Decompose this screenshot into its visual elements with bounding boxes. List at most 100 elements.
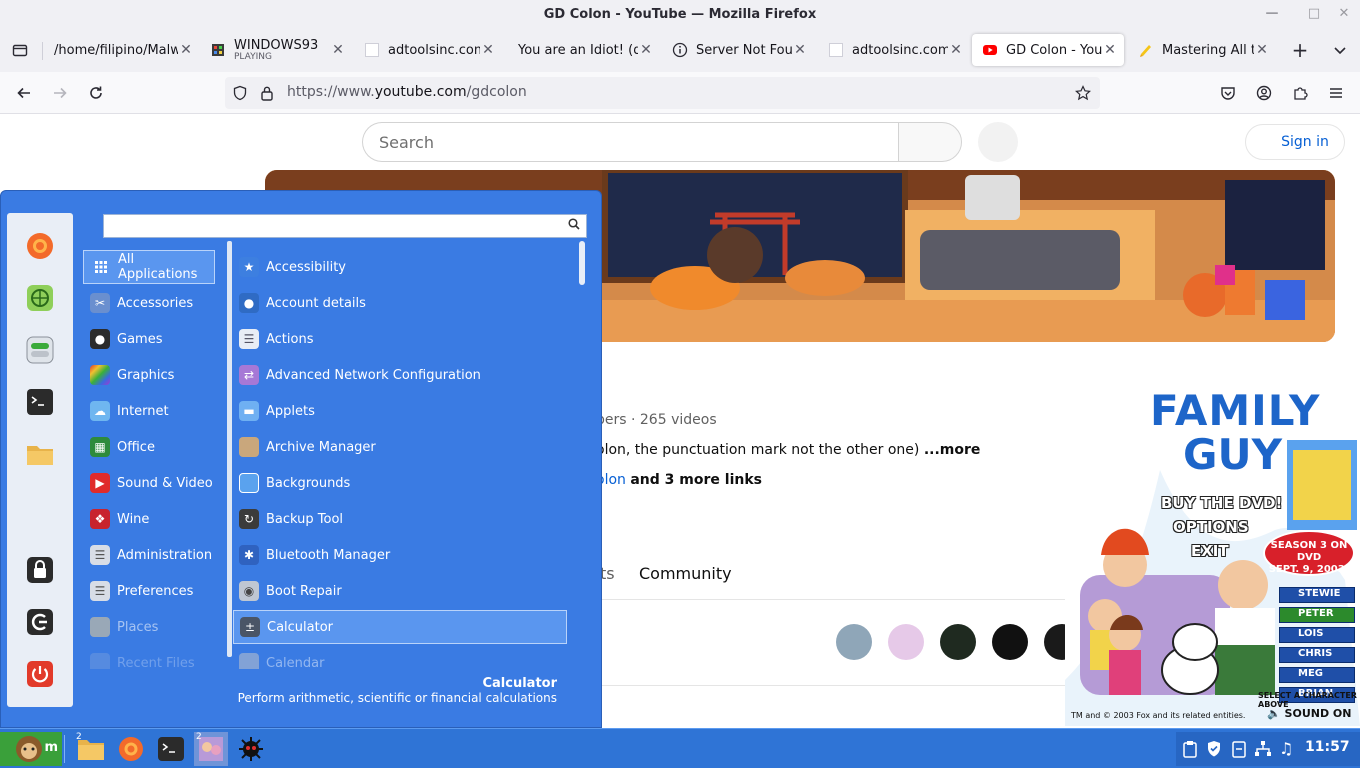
- updates-icon[interactable]: [1231, 740, 1247, 762]
- folder-icon[interactable]: [23, 437, 57, 471]
- category-wine[interactable]: ❖ Wine: [83, 502, 215, 536]
- network-icon[interactable]: [1254, 740, 1272, 762]
- family-guy-popup[interactable]: FAMILY GUY BUY THE DVD! OPTIONS EXIT SEA…: [1065, 380, 1360, 726]
- back-arrow-icon[interactable]: [10, 79, 38, 107]
- shield-icon[interactable]: [232, 85, 248, 105]
- category-games[interactable]: ● Games: [83, 322, 215, 356]
- tab-mastering[interactable]: Mastering All the ✕: [1128, 34, 1276, 66]
- category-preferences[interactable]: ☰ Preferences: [83, 574, 215, 608]
- clipboard-icon[interactable]: [1182, 740, 1198, 762]
- featured-channel-avatar[interactable]: [940, 624, 976, 660]
- tab-server-not-found[interactable]: Server Not Found ✕: [662, 34, 814, 66]
- logout-icon[interactable]: [23, 605, 57, 639]
- featured-channel-avatar[interactable]: [836, 624, 872, 660]
- more-link[interactable]: ...more: [924, 442, 981, 458]
- extensions-icon[interactable]: [1286, 79, 1314, 107]
- hamburger-menu-icon[interactable]: [1322, 79, 1350, 107]
- bookmark-star-icon[interactable]: [1075, 85, 1091, 105]
- more-links[interactable]: and 3 more links: [630, 472, 762, 488]
- lock-icon[interactable]: [260, 85, 274, 105]
- app-accessibility[interactable]: ★ Accessibility: [233, 250, 567, 284]
- app-archive-manager[interactable]: Archive Manager: [233, 430, 567, 464]
- category-internet[interactable]: ☁ Internet: [83, 394, 215, 428]
- tab-file-browser[interactable]: /home/filipino/Malw ✕: [44, 34, 200, 66]
- character-chris[interactable]: CHRIS: [1279, 647, 1355, 663]
- terminal-icon[interactable]: [23, 385, 57, 419]
- sign-in-button[interactable]: Sign in: [1245, 124, 1345, 160]
- category-recent-files[interactable]: Recent Files: [83, 646, 215, 669]
- tab-close-icon[interactable]: ✕: [480, 42, 496, 58]
- address-bar[interactable]: https://www.youtube.com/gdcolon: [225, 77, 1100, 109]
- category-graphics[interactable]: Graphics: [83, 358, 215, 392]
- tab-close-icon[interactable]: ✕: [1102, 42, 1118, 58]
- app-backup-tool[interactable]: ↻ Backup Tool: [233, 502, 567, 536]
- tab-close-icon[interactable]: ✕: [948, 42, 964, 58]
- chevron-down-icon[interactable]: [1326, 36, 1354, 64]
- youtube-search-input[interactable]: Search: [362, 122, 900, 162]
- lock-screen-icon[interactable]: [23, 553, 57, 587]
- tab-list-icon[interactable]: [6, 36, 34, 64]
- taskbar-files-icon[interactable]: 2: [74, 732, 108, 766]
- category-accessories[interactable]: ✂ Accessories: [83, 286, 215, 320]
- maximize-icon[interactable]: □: [1306, 6, 1322, 22]
- youtube-search-button[interactable]: [898, 122, 962, 162]
- app-advanced-network-configuration[interactable]: ⇄ Advanced Network Configuration: [233, 358, 567, 392]
- firefox-icon[interactable]: [23, 229, 57, 263]
- forward-arrow-icon[interactable]: [46, 79, 74, 107]
- app-calculator[interactable]: ± Calculator: [233, 610, 567, 644]
- character-stewie[interactable]: STEWIE: [1279, 587, 1355, 603]
- tab-close-icon[interactable]: ✕: [1254, 42, 1270, 58]
- power-icon[interactable]: [23, 657, 57, 691]
- minimize-icon[interactable]: —: [1264, 6, 1280, 22]
- options-link[interactable]: OPTIONS: [1173, 518, 1249, 536]
- tab-adtools-2[interactable]: adtoolsinc.com ✕: [818, 34, 970, 66]
- taskbar-terminal-icon[interactable]: [154, 732, 188, 766]
- app-actions[interactable]: ☰ Actions: [233, 322, 567, 356]
- pocket-icon[interactable]: [1214, 79, 1242, 107]
- tab-close-icon[interactable]: ✕: [792, 42, 808, 58]
- app-bluetooth-manager[interactable]: ✱ Bluetooth Manager: [233, 538, 567, 572]
- app-applets[interactable]: ▬ Applets: [233, 394, 567, 428]
- category-office[interactable]: ▦ Office: [83, 430, 215, 464]
- tab-you-are-an-idiot[interactable]: You are an Idiot! (do ✕: [508, 34, 660, 66]
- character-meg[interactable]: MEG: [1279, 667, 1355, 683]
- category-all-applications[interactable]: All Applications: [83, 250, 215, 284]
- volume-icon[interactable]: ♫: [1279, 739, 1293, 758]
- account-icon[interactable]: [1250, 79, 1278, 107]
- category-places[interactable]: Places: [83, 610, 215, 644]
- app-list-scrollbar[interactable]: [579, 241, 585, 285]
- shield-icon[interactable]: [1206, 740, 1222, 762]
- reload-icon[interactable]: [82, 79, 110, 107]
- url-text[interactable]: https://www.youtube.com/gdcolon: [287, 84, 527, 100]
- category-administration[interactable]: ☰ Administration: [83, 538, 215, 572]
- category-sound-video[interactable]: ▶ Sound & Video: [83, 466, 215, 500]
- exit-link[interactable]: EXIT: [1191, 542, 1229, 560]
- menu-start-button[interactable]: m: [0, 732, 62, 766]
- clock[interactable]: 11:57: [1305, 739, 1350, 755]
- tab-windows93[interactable]: WINDOWS93 PLAYING ✕: [200, 34, 352, 66]
- character-peter[interactable]: PETER: [1279, 607, 1355, 623]
- tab-close-icon[interactable]: ✕: [178, 42, 194, 58]
- tab-shorts-partial[interactable]: ts: [600, 564, 615, 583]
- taskbar-bug-icon[interactable]: [234, 732, 268, 766]
- featured-channel-avatar[interactable]: [992, 624, 1028, 660]
- settings-toggle-icon[interactable]: [23, 333, 57, 367]
- featured-channel-avatar[interactable]: [888, 624, 924, 660]
- voice-search-button[interactable]: [978, 122, 1018, 162]
- tab-gd-colon-youtube[interactable]: GD Colon - YouTube ✕: [972, 34, 1124, 66]
- taskbar-image-viewer-icon[interactable]: 2: [194, 732, 228, 766]
- app-boot-repair[interactable]: ◉ Boot Repair: [233, 574, 567, 608]
- character-lois[interactable]: LOIS: [1279, 627, 1355, 643]
- buy-dvd-link[interactable]: BUY THE DVD!: [1161, 494, 1282, 512]
- menu-search-input[interactable]: [103, 214, 587, 238]
- app-backgrounds[interactable]: Backgrounds: [233, 466, 567, 500]
- software-manager-icon[interactable]: [23, 281, 57, 315]
- tab-community[interactable]: Community: [639, 564, 732, 583]
- tab-close-icon[interactable]: ✕: [638, 42, 654, 58]
- taskbar-firefox-icon[interactable]: [114, 732, 148, 766]
- tab-adtools-1[interactable]: adtoolsinc.com ✕: [354, 34, 502, 66]
- tab-close-icon[interactable]: ✕: [330, 42, 346, 58]
- app-calendar[interactable]: Calendar: [233, 646, 567, 669]
- new-tab-icon[interactable]: +: [1286, 36, 1314, 64]
- close-icon[interactable]: ✕: [1336, 6, 1352, 22]
